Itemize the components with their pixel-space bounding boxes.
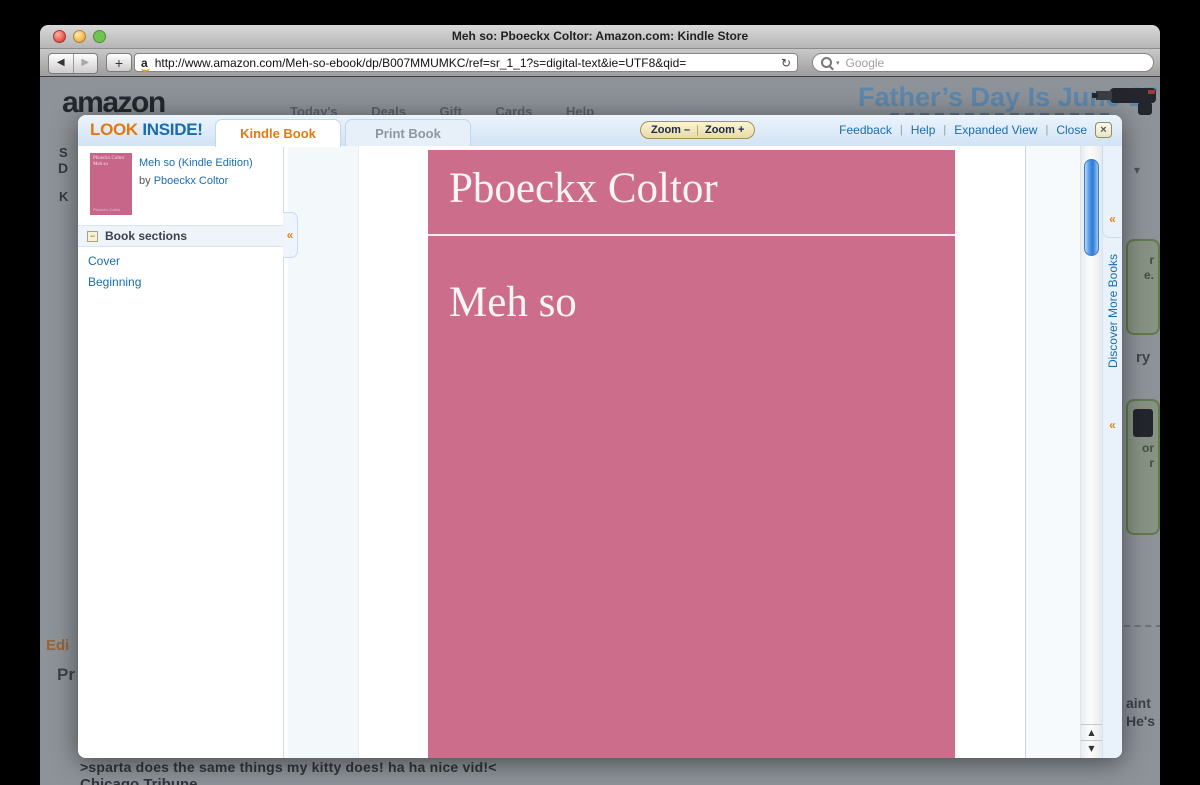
- look-inside-modal: LOOK INSIDE! Kindle Book Print Book Zoom…: [78, 115, 1122, 758]
- window-title: Meh so: Pboeckx Coltor: Amazon.com: Kind…: [451, 29, 749, 43]
- bg-fragment: D: [58, 160, 69, 176]
- collapse-minus-icon[interactable]: −: [87, 230, 98, 242]
- zoom-out-button[interactable]: Zoom –: [651, 124, 690, 136]
- thumb-title: Meh so: [93, 162, 108, 167]
- bg-fragment: He's: [1126, 713, 1156, 729]
- divider: |: [899, 124, 903, 136]
- dropdown-arrow-icon: ▾: [1134, 163, 1141, 177]
- divider: |: [943, 124, 947, 136]
- browser-toolbar: ◀ ▶ + a ↻ ▾: [40, 49, 1160, 77]
- new-tab-button[interactable]: +: [106, 53, 132, 72]
- close-window-button[interactable]: [53, 30, 66, 43]
- window-titlebar[interactable]: Meh so: Pboeckx Coltor: Amazon.com: Kind…: [40, 25, 1160, 49]
- back-button[interactable]: ◀: [49, 54, 73, 73]
- reader-scrollbar[interactable]: ▲ ▼: [1080, 146, 1102, 758]
- screen: Meh so: Pboeckx Coltor: Amazon.com: Kind…: [0, 0, 1200, 785]
- book-cover-thumbnail: Pboeckx Coltor Meh so Pboeckx Coltor: [90, 153, 132, 215]
- section-link-cover[interactable]: Cover: [88, 254, 120, 268]
- traffic-lights: [53, 30, 106, 43]
- help-link[interactable]: Help: [911, 123, 936, 137]
- sidebar-collapse-tab[interactable]: «: [283, 212, 298, 258]
- bg-fragment: or: [1142, 441, 1154, 455]
- expanded-view-link[interactable]: Expanded View: [954, 123, 1037, 137]
- look-inside-logo-look: LOOK: [90, 120, 138, 139]
- book-title-link[interactable]: Meh so (Kindle Edition): [139, 157, 279, 170]
- search-dropdown-icon[interactable]: ▾: [836, 59, 840, 67]
- url-input[interactable]: [152, 54, 776, 71]
- scrollbar-arrows: ▲ ▼: [1081, 724, 1102, 756]
- rail-collapse-icon[interactable]: «: [1103, 212, 1122, 226]
- modal-header: LOOK INSIDE! Kindle Book Print Book Zoom…: [78, 115, 1122, 147]
- tab-kindle-book[interactable]: Kindle Book: [215, 119, 341, 147]
- close-link[interactable]: Close: [1056, 123, 1087, 137]
- byline-prefix: by: [139, 175, 151, 187]
- book-sidebar: Pboeckx Coltor Meh so Pboeckx Coltor Meh…: [78, 146, 283, 758]
- author-link[interactable]: Pboeckx Coltor: [154, 175, 229, 187]
- bg-fragment: Pr: [57, 665, 75, 684]
- review-source: Chicago Tribune: [80, 776, 198, 785]
- discover-more-books-tab[interactable]: Discover More Books: [1106, 254, 1120, 368]
- bg-fragment: Edi: [46, 637, 70, 654]
- book-sections-header: − Book sections: [78, 225, 283, 247]
- zoom-window-button[interactable]: [93, 30, 106, 43]
- forward-button[interactable]: ▶: [72, 54, 98, 73]
- bg-fragment: ry: [1136, 349, 1151, 366]
- divider: |: [696, 124, 699, 136]
- search-input[interactable]: [843, 54, 1145, 71]
- rail-collapse-icon[interactable]: «: [1103, 418, 1122, 432]
- browser-window: Meh so: Pboeckx Coltor: Amazon.com: Kind…: [40, 25, 1160, 785]
- bg-fragment: e.: [1143, 268, 1154, 282]
- feedback-link[interactable]: Feedback: [839, 123, 892, 137]
- scrollbar-thumb[interactable]: [1084, 159, 1099, 256]
- minimize-window-button[interactable]: [73, 30, 86, 43]
- bg-fragment: S: [59, 145, 68, 160]
- book-byline: by Pboeckx Coltor: [139, 175, 228, 187]
- tab-print-book[interactable]: Print Book: [345, 119, 471, 147]
- discover-rail: « Discover More Books «: [1102, 146, 1122, 758]
- search-bar[interactable]: ▾: [812, 53, 1154, 72]
- scroll-up-icon[interactable]: ▲: [1081, 724, 1102, 740]
- cover-rule: [428, 234, 955, 236]
- modal-links: Feedback | Help | Expanded View | Close …: [839, 122, 1112, 138]
- sections-label: Book sections: [105, 229, 188, 243]
- thumb-footer: Pboeckx Coltor: [93, 207, 121, 212]
- modal-body: Pboeckx Coltor Meh so Pboeckx Coltor Meh…: [78, 146, 1122, 758]
- close-icon[interactable]: ×: [1095, 122, 1112, 138]
- divider: |: [1045, 124, 1049, 136]
- bg-promo-box: r e.: [1126, 239, 1160, 335]
- look-inside-logo-inside: INSIDE!: [142, 120, 203, 139]
- address-bar[interactable]: a ↻: [134, 53, 798, 72]
- bg-product-thumbnail: [1133, 409, 1153, 437]
- bg-fragment: K: [59, 189, 69, 204]
- refresh-icon[interactable]: ↻: [781, 56, 791, 70]
- look-inside-logo: LOOK INSIDE!: [90, 120, 203, 140]
- divider: [1124, 625, 1160, 627]
- amazon-favicon-icon: a: [141, 55, 150, 72]
- zoom-controls: Zoom – | Zoom +: [640, 121, 756, 139]
- zoom-in-button[interactable]: Zoom +: [705, 124, 744, 136]
- history-buttons: ◀ ▶: [48, 53, 98, 74]
- page-right-gutter[interactable]: [1026, 146, 1080, 758]
- bg-fragment: r: [1149, 253, 1154, 267]
- book-cover-page: Pboeckx Coltor Meh so: [428, 150, 955, 758]
- nav-fragment: Today's Deals Gift Cards Help: [290, 104, 595, 115]
- page-left-gutter[interactable]: [288, 146, 359, 758]
- bg-fragment: aint: [1126, 695, 1151, 711]
- cover-title-text: Meh so: [449, 279, 577, 326]
- section-link-beginning[interactable]: Beginning: [88, 275, 141, 289]
- bg-fragment: r: [1149, 456, 1154, 470]
- bg-promo-box: or r: [1126, 399, 1160, 535]
- review-quote: >sparta does the same things my kitty do…: [80, 759, 497, 775]
- search-icon: [821, 57, 832, 68]
- scroll-down-icon[interactable]: ▼: [1081, 740, 1102, 756]
- cover-author-text: Pboeckx Coltor: [449, 165, 718, 212]
